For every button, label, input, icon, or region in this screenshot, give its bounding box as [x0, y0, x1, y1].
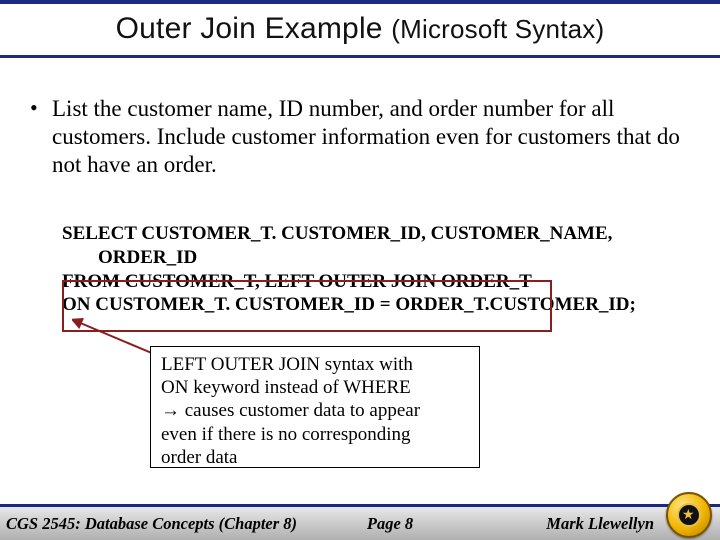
- bullet-icon: •: [30, 95, 52, 179]
- bullet-item: • List the customer name, ID number, and…: [30, 95, 690, 179]
- sql-line-4: ON CUSTOMER_T. CUSTOMER_ID = ORDER_T.CUS…: [62, 293, 662, 317]
- callout-line-4: even if there is no corresponding: [161, 423, 469, 446]
- title-main: Outer Join Example: [116, 12, 383, 45]
- sql-line-2: ORDER_ID: [62, 246, 662, 270]
- footer-course: CGS 2545: Database Concepts (Chapter 8): [0, 514, 297, 534]
- callout-line-5: order data: [161, 446, 469, 469]
- footer-bar: CGS 2545: Database Concepts (Chapter 8) …: [0, 504, 720, 540]
- title-underline: [0, 55, 720, 58]
- right-arrow-icon: →: [161, 400, 180, 421]
- sql-line-3: FROM CUSTOMER_T, LEFT OUTER JOIN ORDER_T: [62, 270, 662, 294]
- bullet-text: List the customer name, ID number, and o…: [52, 95, 690, 179]
- callout-line-3: → causes customer data to appear: [161, 399, 469, 422]
- footer-author: Mark Llewellyn: [546, 514, 654, 534]
- slide-title: Outer Join Example (Microsoft Syntax): [0, 12, 720, 46]
- logo-star-icon: ★: [682, 507, 695, 521]
- logo-outer-circle: ★: [666, 492, 712, 538]
- callout-line-3-text: causes customer data to appear: [180, 400, 420, 421]
- bullet-block: • List the customer name, ID number, and…: [30, 95, 690, 179]
- sql-code: SELECT CUSTOMER_T. CUSTOMER_ID, CUSTOMER…: [62, 222, 662, 317]
- callout-box: LEFT OUTER JOIN syntax with ON keyword i…: [150, 346, 480, 468]
- footer-page: Page 8: [367, 514, 413, 534]
- top-accent-bar: [0, 0, 720, 4]
- callout-line-1: LEFT OUTER JOIN syntax with: [161, 353, 469, 376]
- callout-line-2: ON keyword instead of WHERE: [161, 376, 469, 399]
- slide: Outer Join Example (Microsoft Syntax) • …: [0, 0, 720, 540]
- ucf-logo-icon: ★: [666, 492, 712, 538]
- sql-line-1: SELECT CUSTOMER_T. CUSTOMER_ID, CUSTOMER…: [62, 222, 662, 246]
- title-subtitle: (Microsoft Syntax): [391, 14, 604, 44]
- callout-arrow-icon: [72, 318, 162, 358]
